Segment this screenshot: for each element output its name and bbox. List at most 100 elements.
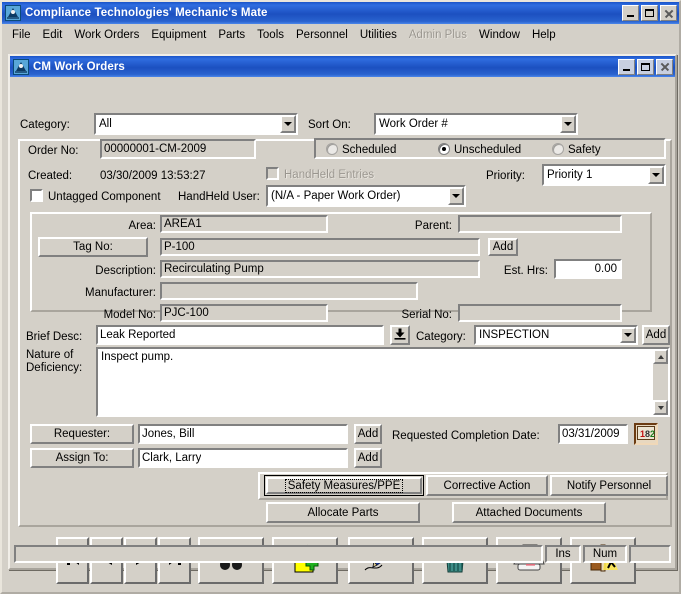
- menu-parts[interactable]: Parts: [212, 27, 251, 43]
- desc-category-label: Category:: [416, 331, 466, 343]
- assign-to-add-label: Add: [357, 452, 379, 464]
- brief-desc-field[interactable]: Leak Reported: [96, 325, 384, 345]
- menu-equipment[interactable]: Equipment: [145, 27, 212, 43]
- desc-category-value: INSPECTION: [479, 329, 550, 341]
- app-close-button[interactable]: [660, 5, 677, 21]
- child-minimize-button[interactable]: [618, 58, 635, 75]
- app-maximize-button[interactable]: [641, 5, 658, 21]
- menu-utilities[interactable]: Utilities: [354, 27, 403, 43]
- handheld-user-combo[interactable]: (N/A - Paper Work Order): [266, 185, 466, 207]
- safety-measures-ppe-button[interactable]: Safety Measures/PPE: [264, 475, 424, 496]
- requester-field[interactable]: Jones, Bill: [138, 424, 348, 444]
- radio-scheduled-label: Scheduled: [342, 144, 397, 156]
- brief-desc-picker-button[interactable]: [390, 325, 410, 345]
- nature-label-line1: Nature of: [26, 349, 74, 361]
- status-message: [14, 545, 543, 563]
- allocate-parts-label: Allocate Parts: [307, 506, 379, 519]
- handheld-user-value: (N/A - Paper Work Order): [271, 190, 401, 202]
- menu-tools[interactable]: Tools: [251, 27, 290, 43]
- statusbar: Ins Num: [14, 544, 671, 564]
- est-hrs-field[interactable]: 0.00: [554, 259, 622, 279]
- app-title: Compliance Technologies' Mechanic's Mate: [25, 7, 268, 19]
- cm-work-orders-window: CM Work Orders Category: All Sort On: Wo…: [8, 54, 677, 584]
- radio-unscheduled[interactable]: [438, 143, 450, 155]
- requester-add-label: Add: [357, 428, 379, 440]
- child-window-icon: [13, 58, 29, 75]
- priority-value: Priority 1: [547, 169, 593, 181]
- notify-personnel-button[interactable]: Notify Personnel: [550, 475, 668, 496]
- menu-edit[interactable]: Edit: [37, 27, 69, 43]
- tag-no-field: P-100: [160, 238, 480, 256]
- scrollbar-track[interactable]: [653, 364, 668, 400]
- category-filter-combo[interactable]: All: [94, 113, 298, 135]
- child-window-controls: [618, 58, 673, 75]
- created-value: 03/30/2009 13:53:27: [100, 170, 206, 182]
- untagged-component-checkbox[interactable]: [30, 189, 43, 202]
- assign-to-add-button[interactable]: Add: [354, 448, 382, 468]
- status-ins: Ins: [545, 545, 581, 563]
- app-window-controls: [622, 5, 677, 21]
- corrective-action-label: Corrective Action: [443, 479, 531, 492]
- desc-category-add-label: Add: [645, 329, 667, 341]
- nature-scrollbar[interactable]: [653, 349, 668, 415]
- assign-to-button[interactable]: Assign To:: [30, 448, 134, 468]
- menu-window[interactable]: Window: [473, 27, 526, 43]
- radio-safety[interactable]: [552, 143, 564, 155]
- parent-label: Parent:: [414, 220, 452, 232]
- nature-label-line2: Deficiency:: [26, 362, 83, 374]
- priority-combo[interactable]: Priority 1: [542, 164, 666, 186]
- category-filter-value: All: [99, 118, 112, 130]
- brief-desc-value: Leak Reported: [100, 329, 176, 341]
- requester-button-label: Requester:: [53, 428, 111, 440]
- corrective-action-button[interactable]: Corrective Action: [426, 475, 548, 496]
- model-no-label: Model No:: [103, 309, 156, 321]
- menu-work-orders[interactable]: Work Orders: [68, 27, 145, 43]
- requester-value: Jones, Bill: [142, 428, 195, 440]
- sort-on-chevron-down-icon[interactable]: [560, 115, 576, 133]
- untagged-component-label: Untagged Component: [48, 191, 161, 203]
- assign-to-field[interactable]: Clark, Larry: [138, 448, 348, 468]
- work-order-form: Category: All Sort On: Work Order # Orde…: [12, 79, 673, 584]
- description-field: Recirculating Pump: [160, 260, 480, 278]
- scroll-down-icon[interactable]: [653, 400, 668, 415]
- completion-date-field[interactable]: 03/31/2009: [558, 424, 628, 444]
- radio-scheduled[interactable]: [326, 143, 338, 155]
- menu-file[interactable]: File: [6, 27, 37, 43]
- area-label: Area:: [128, 220, 157, 232]
- app-minimize-button[interactable]: [622, 5, 639, 21]
- tag-no-add-button[interactable]: Add: [488, 238, 518, 256]
- desc-category-add-button[interactable]: Add: [642, 325, 670, 345]
- manufacturer-label: Manufacturer:: [85, 287, 156, 299]
- desc-category-chevron-down-icon[interactable]: [620, 327, 636, 343]
- child-close-button[interactable]: [656, 58, 673, 75]
- description-label: Description:: [95, 265, 156, 277]
- priority-chevron-down-icon[interactable]: [648, 166, 664, 184]
- attached-documents-button[interactable]: Attached Documents: [452, 502, 606, 523]
- handheld-user-chevron-down-icon[interactable]: [448, 187, 464, 205]
- child-maximize-button[interactable]: [637, 58, 654, 75]
- sort-on-combo[interactable]: Work Order #: [374, 113, 578, 135]
- menu-personnel[interactable]: Personnel: [290, 27, 354, 43]
- area-value: AREA1: [164, 218, 202, 230]
- nature-of-deficiency-textarea[interactable]: Inspect pump.: [96, 347, 670, 417]
- child-titlebar: CM Work Orders: [10, 56, 675, 77]
- calendar-icon: 1 8 2: [637, 425, 655, 443]
- model-no-field: PJC-100: [160, 304, 328, 322]
- allocate-parts-button[interactable]: Allocate Parts: [266, 502, 420, 523]
- radio-unscheduled-label: Unscheduled: [454, 144, 522, 156]
- requester-button[interactable]: Requester:: [30, 424, 134, 444]
- requester-add-button[interactable]: Add: [354, 424, 382, 444]
- completion-date-value: 03/31/2009: [562, 428, 620, 440]
- handheld-entries-label: HandHeld Entries: [284, 169, 375, 181]
- brief-desc-label: Brief Desc:: [26, 331, 83, 343]
- menubar: File Edit Work Orders Equipment Parts To…: [2, 24, 679, 46]
- tag-no-button[interactable]: Tag No:: [38, 237, 148, 257]
- assign-to-value: Clark, Larry: [142, 452, 202, 464]
- menu-help[interactable]: Help: [526, 27, 562, 43]
- scroll-up-icon[interactable]: [653, 349, 668, 364]
- desc-category-combo[interactable]: INSPECTION: [474, 325, 638, 345]
- tag-no-button-label: Tag No:: [73, 241, 113, 253]
- sort-on-value: Work Order #: [379, 118, 448, 130]
- calendar-picker-button[interactable]: 1 8 2: [634, 423, 658, 445]
- category-filter-chevron-down-icon[interactable]: [280, 115, 296, 133]
